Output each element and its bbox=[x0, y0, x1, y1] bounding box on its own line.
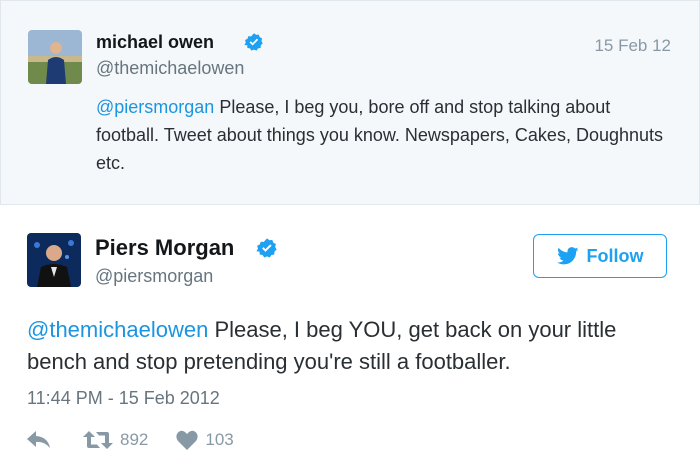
parent-tweet-text: @piersmorgan Please, I beg you, bore off… bbox=[96, 93, 666, 177]
parent-date[interactable]: 15 Feb 12 bbox=[594, 36, 671, 56]
reply-icon bbox=[27, 431, 50, 448]
reply-button[interactable] bbox=[27, 431, 53, 449]
piers-morgan-avatar[interactable] bbox=[27, 233, 81, 287]
author-handle[interactable]: @piersmorgan bbox=[95, 266, 213, 287]
retweet-button[interactable]: 892 bbox=[83, 430, 148, 450]
twitter-bird-icon bbox=[556, 247, 578, 265]
michael-owen-avatar[interactable] bbox=[28, 30, 82, 84]
retweet-count: 892 bbox=[120, 430, 149, 449]
follow-button[interactable]: Follow bbox=[533, 234, 667, 278]
like-count: 103 bbox=[205, 430, 234, 449]
mention-link[interactable]: @themichaelowen bbox=[27, 317, 208, 342]
parent-author-handle[interactable]: @themichaelowen bbox=[96, 58, 244, 79]
tweet-text: @themichaelowen Please, I beg YOU, get b… bbox=[27, 314, 667, 378]
quoted-tweet[interactable]: michael owen @themichaelowen 15 Feb 12 @… bbox=[0, 0, 700, 205]
tweet-timestamp[interactable]: 11:44 PM - 15 Feb 2012 bbox=[27, 388, 220, 409]
parent-author-name[interactable]: michael owen bbox=[96, 32, 214, 53]
verified-badge-icon bbox=[256, 238, 277, 258]
like-button[interactable]: 103 bbox=[176, 430, 234, 450]
heart-icon bbox=[176, 430, 199, 450]
mention-link[interactable]: @piersmorgan bbox=[96, 97, 214, 117]
author-name[interactable]: Piers Morgan bbox=[95, 235, 234, 261]
retweet-icon bbox=[83, 431, 113, 449]
tweet-actions: 892 103 bbox=[27, 427, 234, 453]
follow-label: Follow bbox=[586, 245, 644, 266]
verified-badge-icon bbox=[244, 33, 263, 51]
